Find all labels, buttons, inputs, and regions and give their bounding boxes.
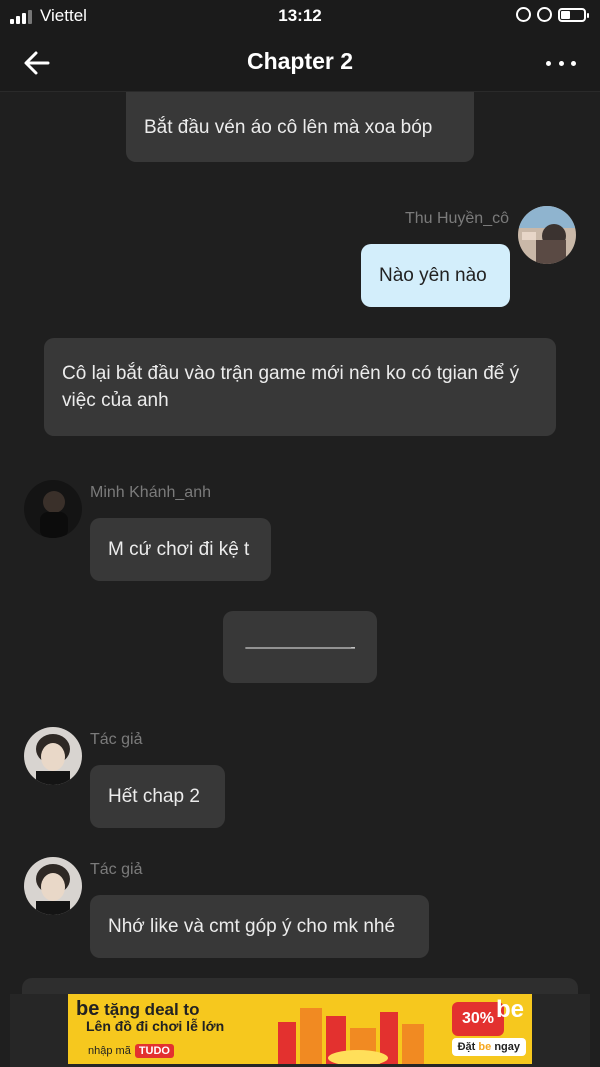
- page-title: Chapter 2: [246, 48, 354, 74]
- battery-icon: [558, 7, 589, 22]
- app-header: Chapter 2: [0, 34, 600, 92]
- message-text: Bắt đầu vén áo cô lên mà xoa bóp: [144, 116, 433, 138]
- message-bubble: Hết chap 2: [90, 765, 225, 828]
- rotation-lock-icon: [516, 7, 531, 22]
- status-time: 13:12: [278, 6, 322, 25]
- author-name: Minh Khánh_anh: [90, 484, 211, 501]
- avatar[interactable]: [518, 206, 576, 264]
- ad-promo-code: nhập mã TUDO: [88, 1044, 174, 1058]
- message-bubble: Bắt đầu vén áo cô lên mà xoa bóp: [126, 92, 474, 162]
- ad-subheadline: Lên đồ đi chơi lễ lớn: [86, 1018, 225, 1034]
- ad-banner[interactable]: be tặng deal to Lên đồ đi chơi lễ lớn nh…: [68, 994, 532, 1064]
- message-bubble: M cứ chơi đi kệ t: [90, 518, 271, 581]
- ad-city-illustration: [278, 1008, 424, 1064]
- alarm-icon: [537, 7, 552, 22]
- message-text: Cô lại bắt đầu vào trận game mới nên ko …: [62, 363, 520, 411]
- status-bar: Viettel 13:12: [0, 0, 600, 34]
- my-message-bubble: Nào yên nào: [361, 244, 510, 307]
- more-options-button[interactable]: [546, 48, 576, 78]
- message-text: Nhớ like và cmt góp ý cho mk nhé: [108, 916, 396, 937]
- message-bubble: Nhớ like và cmt góp ý cho mk nhé: [90, 895, 429, 958]
- author-name: Tác giả: [90, 731, 143, 748]
- message-text: ———————-: [245, 638, 355, 656]
- ad-brand-logo: be: [495, 996, 524, 1023]
- message-text: Nào yên nào: [379, 265, 487, 286]
- more-dots-icon: [546, 60, 551, 66]
- message-text: Hết chap 2: [108, 786, 200, 807]
- author-avatar[interactable]: [24, 727, 82, 785]
- message-text: M cứ chơi đi kệ t: [108, 539, 250, 560]
- author-avatar[interactable]: [24, 857, 82, 915]
- message-bubble: Cô lại bắt đầu vào trận game mới nên ko …: [44, 338, 556, 436]
- avatar[interactable]: [24, 480, 82, 538]
- ad-cta-button[interactable]: Đặt be ngay: [451, 1038, 526, 1056]
- divider-bubble: ———————-: [223, 611, 377, 683]
- author-name: Tác giả: [90, 861, 143, 878]
- author-name: Thu Huyền_cô: [404, 210, 509, 227]
